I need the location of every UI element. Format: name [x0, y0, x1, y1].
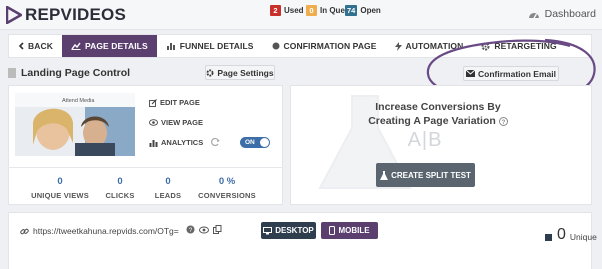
- desktop-label: DESKTOP: [275, 226, 314, 235]
- ab-label: A|B: [407, 129, 443, 151]
- analytics-label: ANALYTICS: [161, 138, 204, 147]
- tab-confirmation-page-label: CONFIRMATION PAGE: [283, 41, 377, 51]
- analytics-link[interactable]: ANALYTICS: [149, 138, 203, 147]
- gear-icon: [206, 69, 214, 76]
- back-button[interactable]: BACK: [9, 35, 62, 57]
- in-que-label: In Que: [320, 6, 345, 15]
- tab-confirmation-page[interactable]: CONFIRMATION PAGE: [263, 35, 386, 57]
- unique-value: 0: [557, 226, 566, 243]
- view-page-link[interactable]: VIEW PAGE: [149, 118, 203, 127]
- page-settings-label: Page Settings: [217, 67, 274, 78]
- analytics-toggle[interactable]: ON: [240, 137, 270, 148]
- help-icon[interactable]: ?: [498, 116, 508, 126]
- card-divider: [8, 167, 283, 168]
- page-url-text[interactable]: https://tweetkahuna.repvids.com/OTg=: [33, 226, 179, 236]
- split-test-heading-line1: Increase Conversions By: [375, 101, 501, 113]
- mobile-button[interactable]: MOBILE: [321, 222, 378, 239]
- page-settings-button[interactable]: Page Settings: [205, 65, 275, 80]
- flask-icon: [380, 170, 389, 180]
- thumbnail-text: Attend Media: [62, 98, 95, 104]
- line-chart-icon: [71, 42, 81, 50]
- split-test-heading-line2: Creating A Page Variation: [368, 115, 496, 127]
- unique-legend-swatch: [545, 233, 552, 241]
- bottom-panel: [8, 212, 592, 269]
- unique-stat: 0 Unique: [545, 226, 597, 244]
- page-url: https://tweetkahuna.repvids.com/OTg=: [20, 226, 179, 236]
- tab-page-details-label: PAGE DETAILS: [84, 41, 148, 51]
- open-count: 74: [345, 5, 358, 16]
- stat-value: 0 %: [218, 176, 236, 187]
- page-title: Landing Page Control: [8, 67, 130, 79]
- copy-icon[interactable]: [213, 225, 222, 234]
- status-open: 74 Open: [345, 5, 381, 16]
- desktop-icon: [263, 226, 273, 234]
- app-logo[interactable]: REPVIDEOS: [6, 5, 126, 25]
- dashboard-link[interactable]: Dashboard: [528, 8, 596, 20]
- dashboard-gauge-icon: [528, 13, 539, 19]
- circle-icon: [272, 42, 280, 50]
- toggle-label: ON: [245, 139, 255, 146]
- bar-chart-icon: [166, 42, 176, 50]
- used-label: Used: [284, 6, 304, 15]
- app-name: REPVIDEOS: [25, 5, 126, 24]
- chevron-left-icon: [18, 42, 24, 50]
- refresh-icon[interactable]: [210, 137, 220, 149]
- eye-icon: [149, 119, 158, 126]
- stat-conversions: 0 % CONVERSIONS: [192, 176, 262, 200]
- desktop-button[interactable]: DESKTOP: [261, 222, 316, 239]
- unique-label: Unique: [569, 232, 597, 242]
- edit-page-label: EDIT PAGE: [160, 98, 200, 107]
- status-used: 2 Used: [270, 5, 304, 16]
- in-que-count: 0: [306, 5, 317, 16]
- mobile-label: MOBILE: [338, 226, 370, 235]
- stat-label: CONVERSIONS: [198, 191, 256, 200]
- status-in-que: 0 In Que: [306, 5, 345, 16]
- edit-icon: [149, 98, 157, 107]
- url-actions: ?: [186, 225, 222, 234]
- toggle-knob: [260, 138, 269, 147]
- lightning-icon: [394, 41, 402, 51]
- page-title-text: Landing Page Control: [21, 67, 131, 79]
- open-label: Open: [360, 6, 381, 15]
- page-icon: [8, 68, 16, 78]
- used-count: 2: [270, 5, 281, 16]
- create-split-test-label: CREATE SPLIT TEST: [391, 170, 471, 180]
- create-split-test-button[interactable]: CREATE SPLIT TEST: [376, 163, 475, 187]
- tab-funnel-details[interactable]: FUNNEL DETAILS: [157, 35, 263, 57]
- back-label: BACK: [28, 41, 53, 51]
- bar-chart-icon: [149, 139, 158, 147]
- play-logo-icon: [6, 6, 22, 24]
- link-icon: [20, 228, 29, 234]
- split-test-heading: Increase Conversions By Creating A Page …: [348, 100, 528, 128]
- view-page-label: VIEW PAGE: [161, 118, 203, 127]
- mobile-icon: [329, 226, 336, 235]
- help-icon[interactable]: ?: [186, 225, 195, 234]
- tab-funnel-details-label: FUNNEL DETAILS: [179, 41, 254, 51]
- edit-page-link[interactable]: EDIT PAGE: [149, 98, 200, 107]
- dashboard-label: Dashboard: [544, 8, 596, 20]
- svg-text:?: ?: [501, 120, 505, 126]
- eye-icon[interactable]: [199, 226, 209, 234]
- tab-page-details[interactable]: PAGE DETAILS: [61, 35, 157, 57]
